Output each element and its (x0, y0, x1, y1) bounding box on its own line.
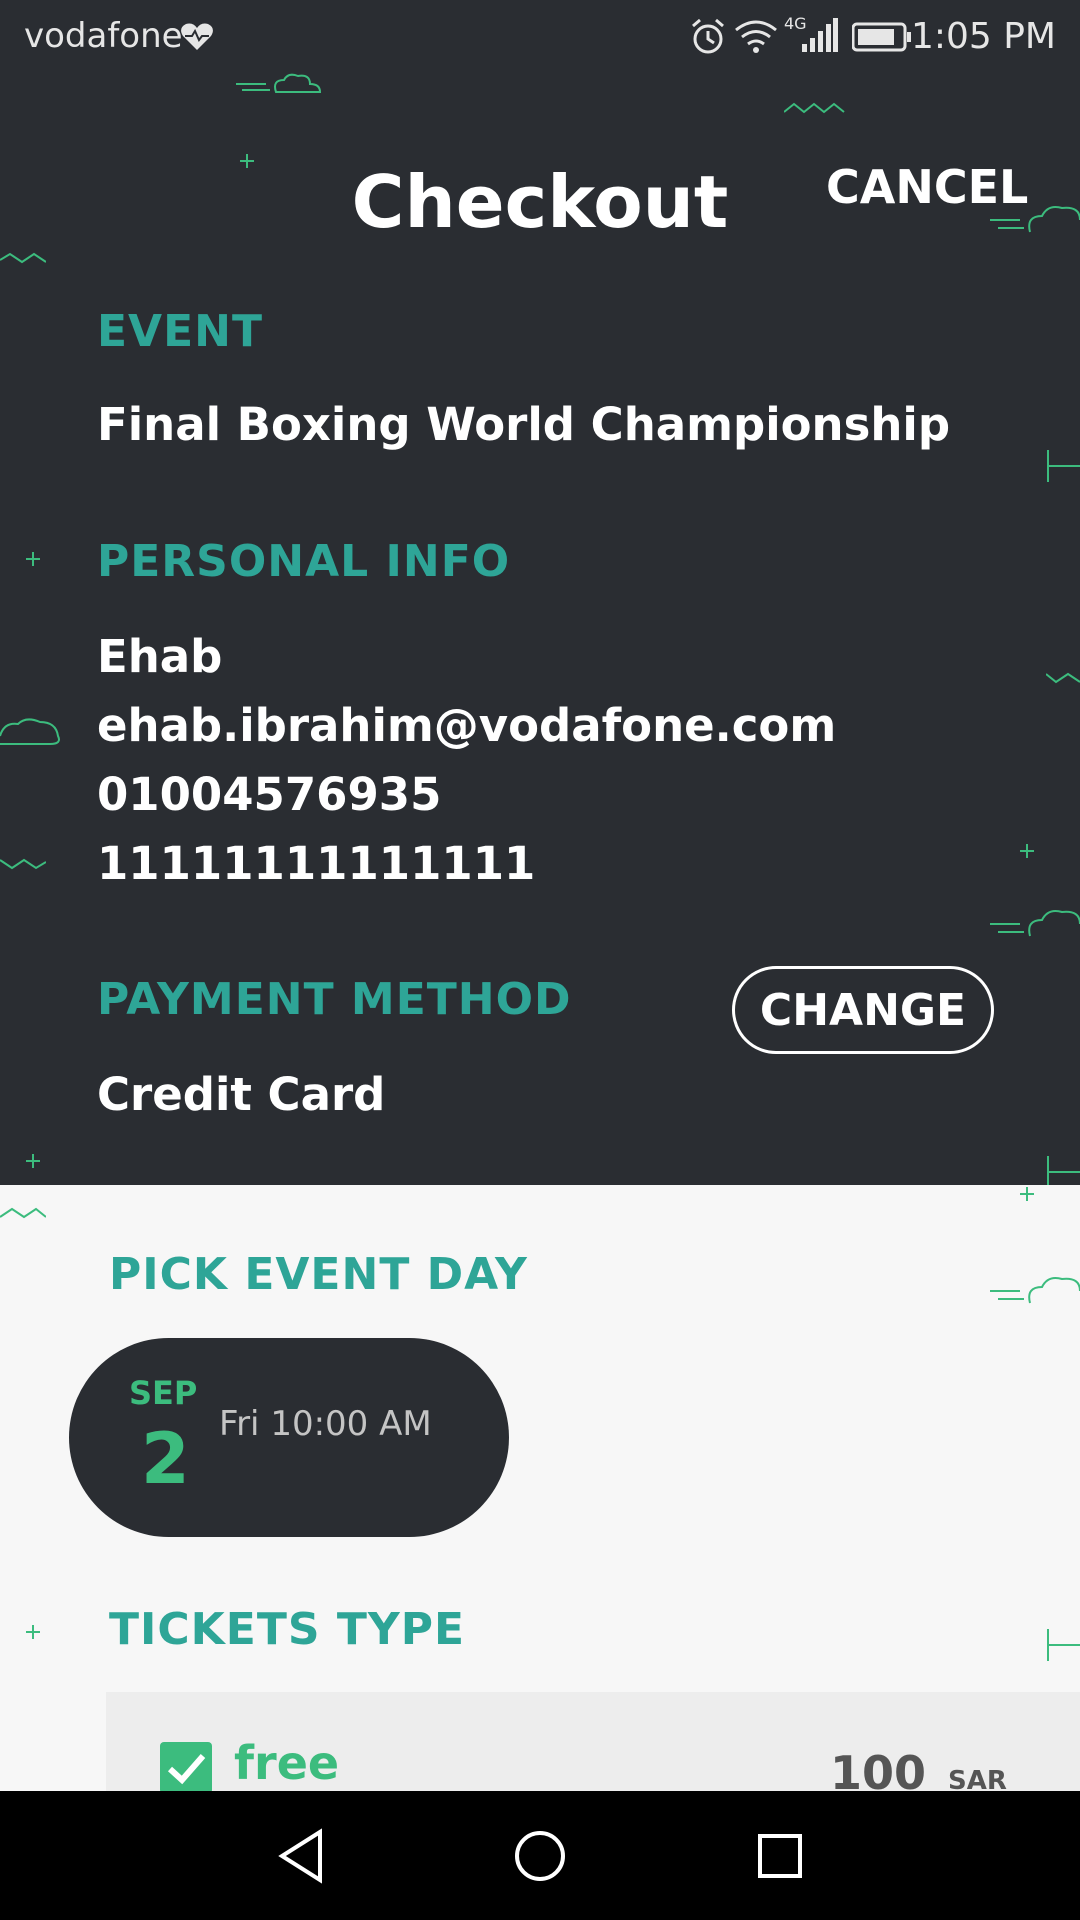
user-id-number: 11111111111111 (97, 837, 536, 890)
wifi-icon (735, 20, 777, 53)
plus-doodle-icon (26, 1625, 40, 1639)
payment-method-value: Credit Card (97, 1068, 386, 1121)
carrier-name: vodafone (24, 16, 183, 56)
alarm-icon (692, 18, 724, 54)
user-phone: 01004576935 (97, 768, 442, 821)
recents-icon[interactable] (756, 1828, 804, 1884)
back-icon[interactable] (276, 1828, 326, 1884)
user-name: Ehab (97, 630, 223, 683)
tickets-type-label: TICKETS TYPE (109, 1604, 466, 1655)
zigzag-doodle-icon (0, 1207, 46, 1219)
plus-doodle-icon (1020, 1187, 1034, 1201)
day-number: 2 (141, 1418, 190, 1500)
plus-doodle-icon (26, 552, 40, 566)
change-payment-button[interactable]: CHANGE (732, 966, 994, 1054)
signal-icon (802, 18, 838, 52)
cloud-doodle-icon (236, 73, 322, 93)
zigzag-doodle-icon (784, 102, 845, 114)
payment-method-label: PAYMENT METHOD (97, 974, 572, 1025)
battery-icon (852, 22, 911, 52)
cloud-doodle-icon (990, 1277, 1080, 1304)
plus-doodle-icon (26, 1154, 40, 1168)
cloud-doodle-icon (0, 718, 60, 745)
event-name: Final Boxing World Championship (97, 398, 951, 451)
zigzag-doodle-icon (0, 858, 46, 870)
bracket-doodle-icon (1047, 1156, 1080, 1185)
ticket-checkbox[interactable] (160, 1742, 212, 1794)
home-icon[interactable] (514, 1828, 566, 1884)
plus-doodle-icon (1020, 844, 1034, 858)
user-email: ehab.ibrahim@vodafone.com (97, 699, 837, 752)
event-day-option[interactable]: SEP 2 Fri 10:00 AM (69, 1338, 509, 1537)
status-bar: vodafone 4G 1:05 PM (0, 0, 1080, 74)
zigzag-doodle-icon (0, 252, 46, 264)
checkout-header-section: vodafone 4G 1:05 PM Checkout CANCEL EVEN… (0, 0, 1080, 1185)
ticket-name: free (234, 1736, 340, 1790)
personal-info-label: PERSONAL INFO (97, 536, 511, 587)
pick-event-day-label: PICK EVENT DAY (109, 1249, 528, 1300)
day-month: SEP (129, 1374, 198, 1412)
clock: 1:05 PM (910, 16, 1056, 57)
zigzag-doodle-icon (1046, 672, 1080, 684)
event-label: EVENT (97, 306, 264, 357)
cloud-doodle-icon (990, 910, 1080, 937)
cancel-button[interactable]: CANCEL (826, 160, 1028, 214)
bracket-doodle-icon (1047, 1629, 1080, 1661)
day-time: Fri 10:00 AM (219, 1404, 432, 1444)
heart-pulse-icon (181, 23, 213, 50)
bracket-doodle-icon (1047, 450, 1080, 482)
checkmark-icon (167, 1754, 206, 1785)
